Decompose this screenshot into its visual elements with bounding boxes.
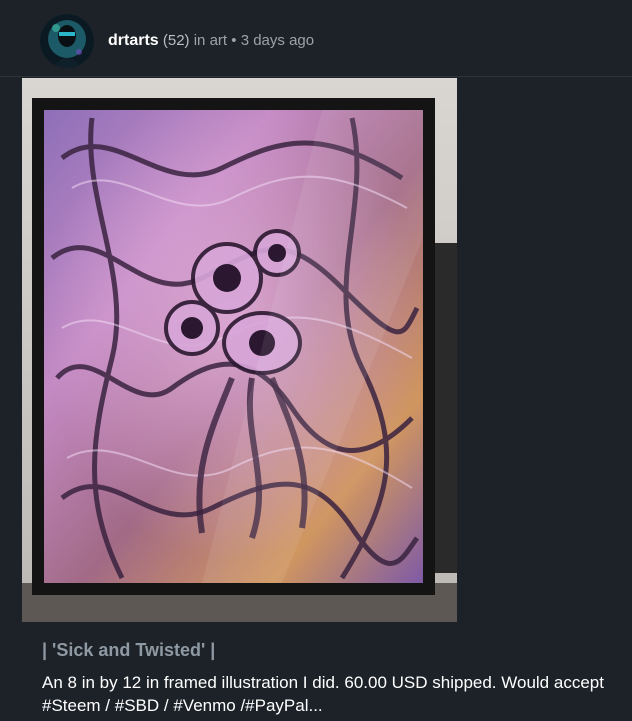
post-body-excerpt[interactable]: An 8 in by 12 in framed illustration I d… — [42, 671, 612, 717]
author-avatar[interactable] — [40, 14, 94, 68]
category-link[interactable]: art — [210, 32, 228, 49]
post-title[interactable]: | 'Sick and Twisted' | — [42, 640, 215, 661]
avatar-portrait-icon — [40, 14, 94, 68]
post-card: drtarts (52) in art • 3 days ago | 'Sick… — [0, 0, 632, 721]
author-reputation: (52) — [162, 32, 190, 49]
post-timestamp[interactable]: 3 days ago — [241, 32, 314, 49]
post-image[interactable] — [22, 78, 457, 622]
post-header: drtarts (52) in art • 3 days ago — [0, 0, 632, 77]
framed-artwork-icon — [22, 78, 457, 622]
meta-separator: • — [231, 32, 237, 49]
in-label: in — [193, 32, 206, 49]
post-meta: drtarts (52) in art • 3 days ago — [108, 32, 314, 50]
author-name[interactable]: drtarts — [108, 32, 159, 49]
